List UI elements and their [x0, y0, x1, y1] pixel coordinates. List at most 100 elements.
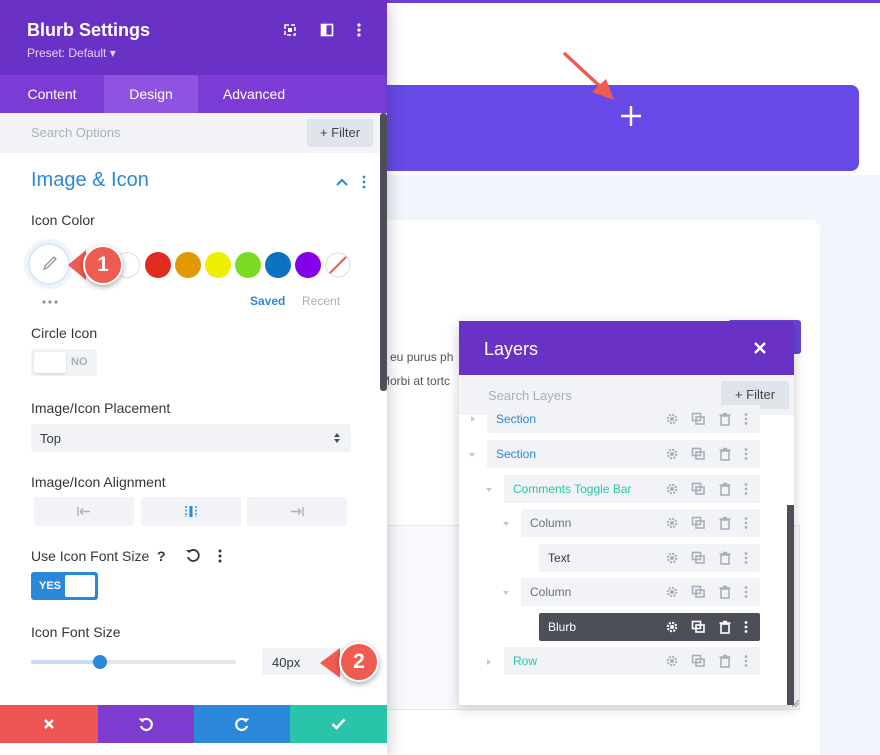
more-colors-icon[interactable]	[41, 299, 59, 305]
more-options-icon[interactable]	[355, 22, 363, 38]
more-icon[interactable]	[742, 447, 750, 461]
swatch-yellow[interactable]	[205, 252, 231, 278]
settings-icon[interactable]	[665, 620, 679, 634]
collapse-caret-icon[interactable]	[502, 520, 510, 528]
layers-header: Layers	[459, 321, 794, 375]
select-arrows-icon	[334, 433, 340, 443]
filter-label: Filter	[331, 125, 361, 140]
search-layers-input[interactable]: Search Layers	[488, 388, 572, 403]
more-icon[interactable]	[742, 654, 750, 668]
layers-panel: Layers Search Layers + Filter Section Se…	[459, 321, 794, 705]
duplicate-icon[interactable]	[691, 447, 705, 461]
layer-label: Comments Toggle Bar	[513, 482, 632, 496]
layer-label: Section	[496, 447, 537, 461]
add-plus-icon[interactable]	[619, 104, 643, 128]
section-title-image-icon[interactable]: Image & Icon	[31, 169, 149, 192]
settings-icon[interactable]	[665, 516, 679, 530]
font-size-slider-handle[interactable]	[93, 655, 107, 669]
more-icon[interactable]	[742, 551, 750, 565]
save-button[interactable]	[290, 705, 387, 743]
swatch-green[interactable]	[235, 252, 261, 278]
delete-icon[interactable]	[718, 516, 732, 530]
plus-icon: +	[734, 387, 743, 402]
swatch-purple[interactable]	[295, 252, 321, 278]
duplicate-icon[interactable]	[691, 551, 705, 565]
split-view-icon[interactable]	[320, 23, 334, 37]
red-arrow-icon	[563, 52, 614, 100]
placement-select[interactable]: Top	[31, 424, 351, 452]
cancel-button[interactable]	[0, 705, 98, 743]
redo-button[interactable]	[194, 705, 290, 743]
reset-icon[interactable]	[185, 548, 201, 564]
blurb-settings-panel: Blurb Settings Preset: Default ▾ Content…	[0, 0, 387, 755]
collapse-caret-icon[interactable]	[468, 451, 476, 459]
use-icon-font-size-toggle[interactable]: YES	[31, 572, 98, 600]
alignment-label: Image/Icon Alignment	[31, 474, 166, 490]
section-more-icon[interactable]	[361, 175, 367, 189]
expand-caret-icon[interactable]	[469, 415, 477, 423]
more-icon[interactable]	[742, 516, 750, 530]
fullscreen-icon[interactable]	[283, 23, 297, 37]
duplicate-icon[interactable]	[691, 516, 705, 530]
duplicate-icon[interactable]	[691, 585, 705, 599]
tab-content[interactable]: Content	[0, 75, 104, 113]
eyedropper-icon	[42, 256, 57, 271]
duplicate-icon[interactable]	[691, 620, 705, 634]
duplicate-icon[interactable]	[691, 482, 705, 496]
field-more-icon[interactable]	[217, 548, 223, 564]
collapse-caret-icon[interactable]	[485, 486, 493, 494]
filter-button[interactable]: + Filter	[307, 119, 373, 147]
chevron-up-icon[interactable]	[336, 177, 348, 187]
delete-icon[interactable]	[718, 551, 732, 565]
more-icon[interactable]	[742, 620, 750, 634]
close-icon[interactable]	[754, 342, 766, 354]
toggle-knob	[34, 352, 66, 373]
circle-icon-toggle[interactable]: NO	[31, 349, 97, 376]
settings-footer	[0, 705, 387, 743]
settings-scrollbar[interactable]	[380, 113, 387, 391]
settings-icon[interactable]	[665, 412, 679, 426]
align-left-button[interactable]	[34, 497, 134, 526]
delete-icon[interactable]	[718, 482, 732, 496]
tab-design[interactable]: Design	[104, 75, 198, 113]
align-right-button[interactable]	[247, 497, 347, 526]
layers-scrollbar[interactable]	[787, 505, 794, 705]
align-right-icon	[291, 507, 304, 516]
help-icon[interactable]: ?	[157, 548, 166, 564]
recent-tab[interactable]: Recent	[302, 294, 340, 308]
settings-icon[interactable]	[665, 482, 679, 496]
undo-icon	[138, 717, 153, 732]
swatch-orange[interactable]	[175, 252, 201, 278]
preset-dropdown[interactable]: Preset: Default ▾	[27, 46, 116, 60]
settings-icon[interactable]	[665, 551, 679, 565]
swatch-blue[interactable]	[265, 252, 291, 278]
more-icon[interactable]	[742, 482, 750, 496]
no-color-icon[interactable]	[325, 252, 351, 278]
undo-button[interactable]	[98, 705, 194, 743]
align-center-icon	[185, 506, 197, 517]
layer-label: Text	[548, 551, 571, 565]
tab-advanced[interactable]: Advanced	[198, 75, 310, 113]
placement-value: Top	[40, 431, 61, 446]
more-icon[interactable]	[742, 585, 750, 599]
delete-icon[interactable]	[718, 620, 732, 634]
swatch-red[interactable]	[145, 252, 171, 278]
duplicate-icon[interactable]	[691, 412, 705, 426]
body-text-line: a eu purus ph	[380, 350, 454, 364]
more-icon[interactable]	[742, 412, 750, 426]
delete-icon[interactable]	[718, 412, 732, 426]
align-center-button[interactable]	[141, 497, 241, 526]
use-icon-font-size-label: Use Icon Font Size	[31, 548, 150, 564]
settings-icon[interactable]	[665, 654, 679, 668]
search-options-input[interactable]: Search Options	[31, 125, 121, 140]
delete-icon[interactable]	[718, 447, 732, 461]
duplicate-icon[interactable]	[691, 654, 705, 668]
settings-header: Blurb Settings Preset: Default ▾	[0, 0, 387, 75]
settings-icon[interactable]	[665, 585, 679, 599]
collapse-caret-icon[interactable]	[502, 589, 510, 597]
expand-caret-icon[interactable]	[485, 658, 493, 666]
delete-icon[interactable]	[718, 654, 732, 668]
settings-icon[interactable]	[665, 447, 679, 461]
saved-tab[interactable]: Saved	[250, 294, 285, 308]
delete-icon[interactable]	[718, 585, 732, 599]
